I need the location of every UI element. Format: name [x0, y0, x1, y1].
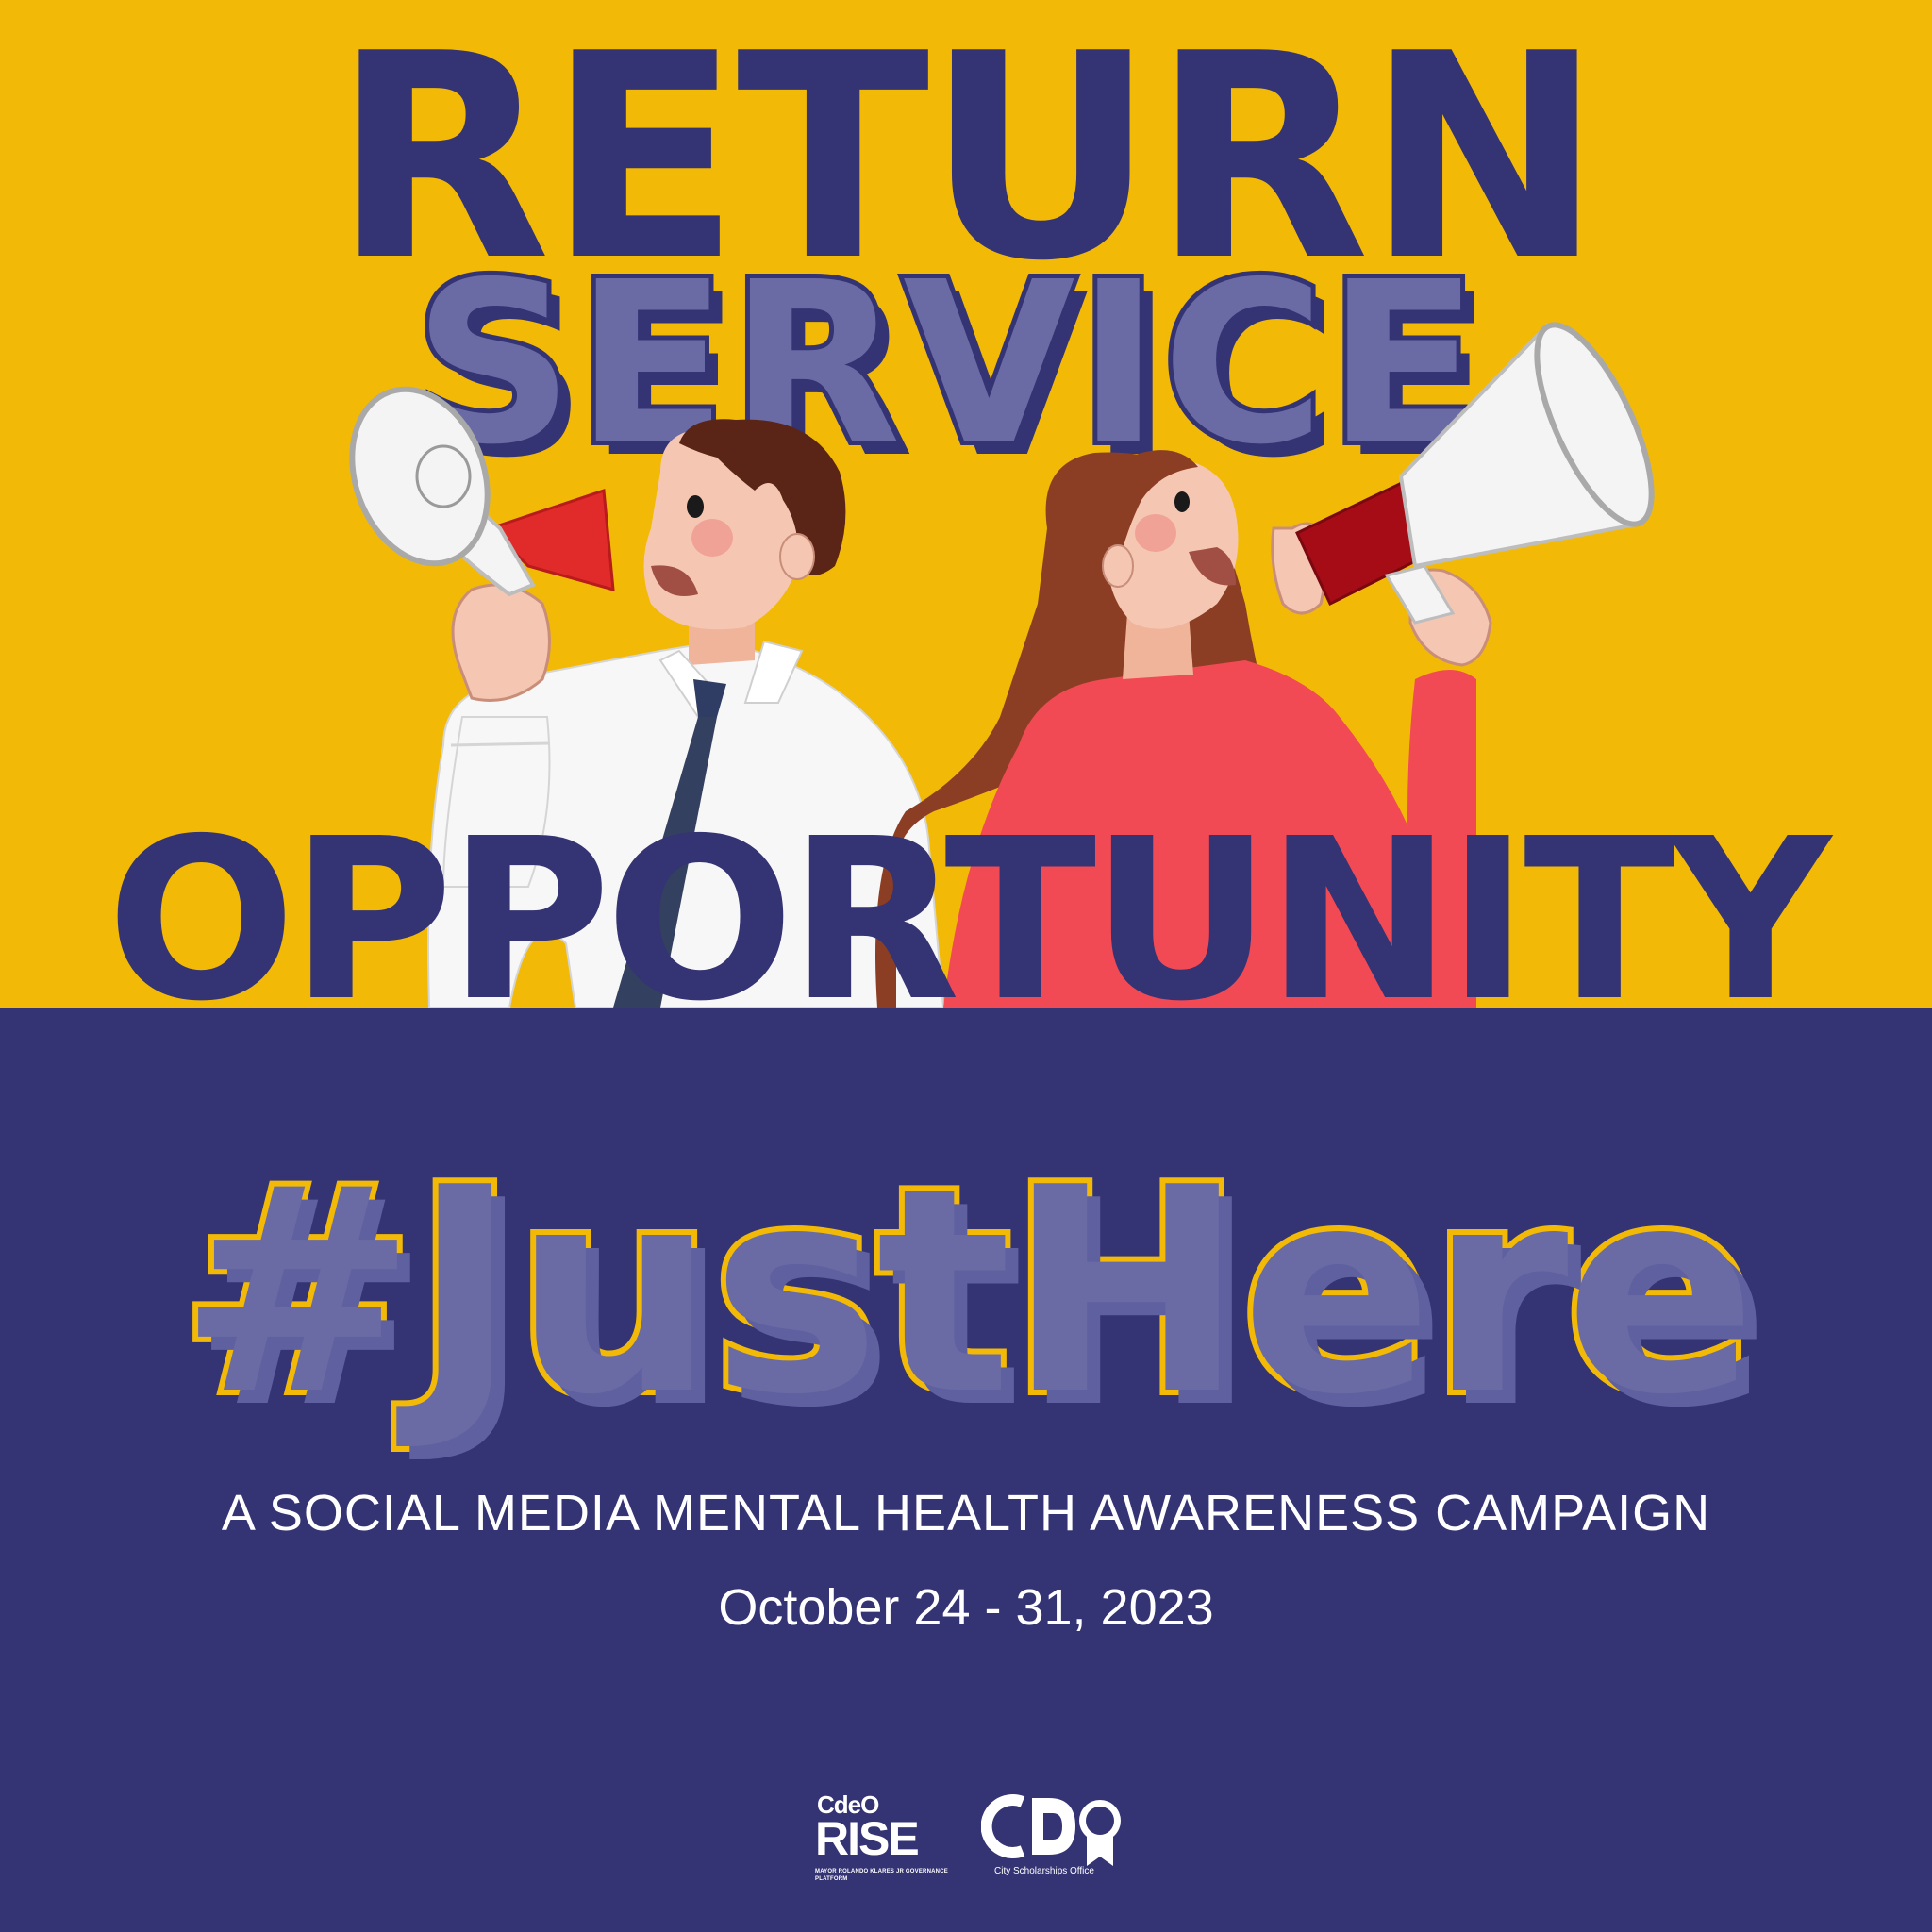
campaign-subtitle: A SOCIAL MEDIA MENTAL HEALTH AWARENESS C… — [221, 1485, 1711, 1541]
campaign-hashtag: #JustHere — [174, 1127, 1763, 1457]
opportunity-clip: OPPORTUNITY — [0, 0, 1932, 1008]
sponsor-logos: CdeO RISE MAYOR ROLANDO KLARES JR GOVERN… — [811, 1790, 1151, 1885]
ribbon-icon — [1079, 1800, 1121, 1866]
headline-opportunity: OPPORTUNITY — [106, 791, 1831, 1008]
campaign-poster: RETURN SERVICE OPPORTUNITY #JustHere A S… — [0, 0, 1932, 1932]
cso-logo: City Scholarships Office — [977, 1790, 1147, 1885]
cdeo-rise-logo-tagline: MAYOR ROLANDO KLARES JR GOVERNANCE PLATF… — [815, 1869, 948, 1882]
cso-logo-mark — [981, 1794, 1121, 1866]
campaign-dates: October 24 - 31, 2023 — [718, 1579, 1214, 1636]
cdeo-rise-logo-main: RISE — [815, 1812, 920, 1865]
cdeo-rise-logo: CdeO RISE MAYOR ROLANDO KLARES JR GOVERN… — [811, 1790, 953, 1885]
cso-logo-caption: City Scholarships Office — [994, 1866, 1094, 1876]
